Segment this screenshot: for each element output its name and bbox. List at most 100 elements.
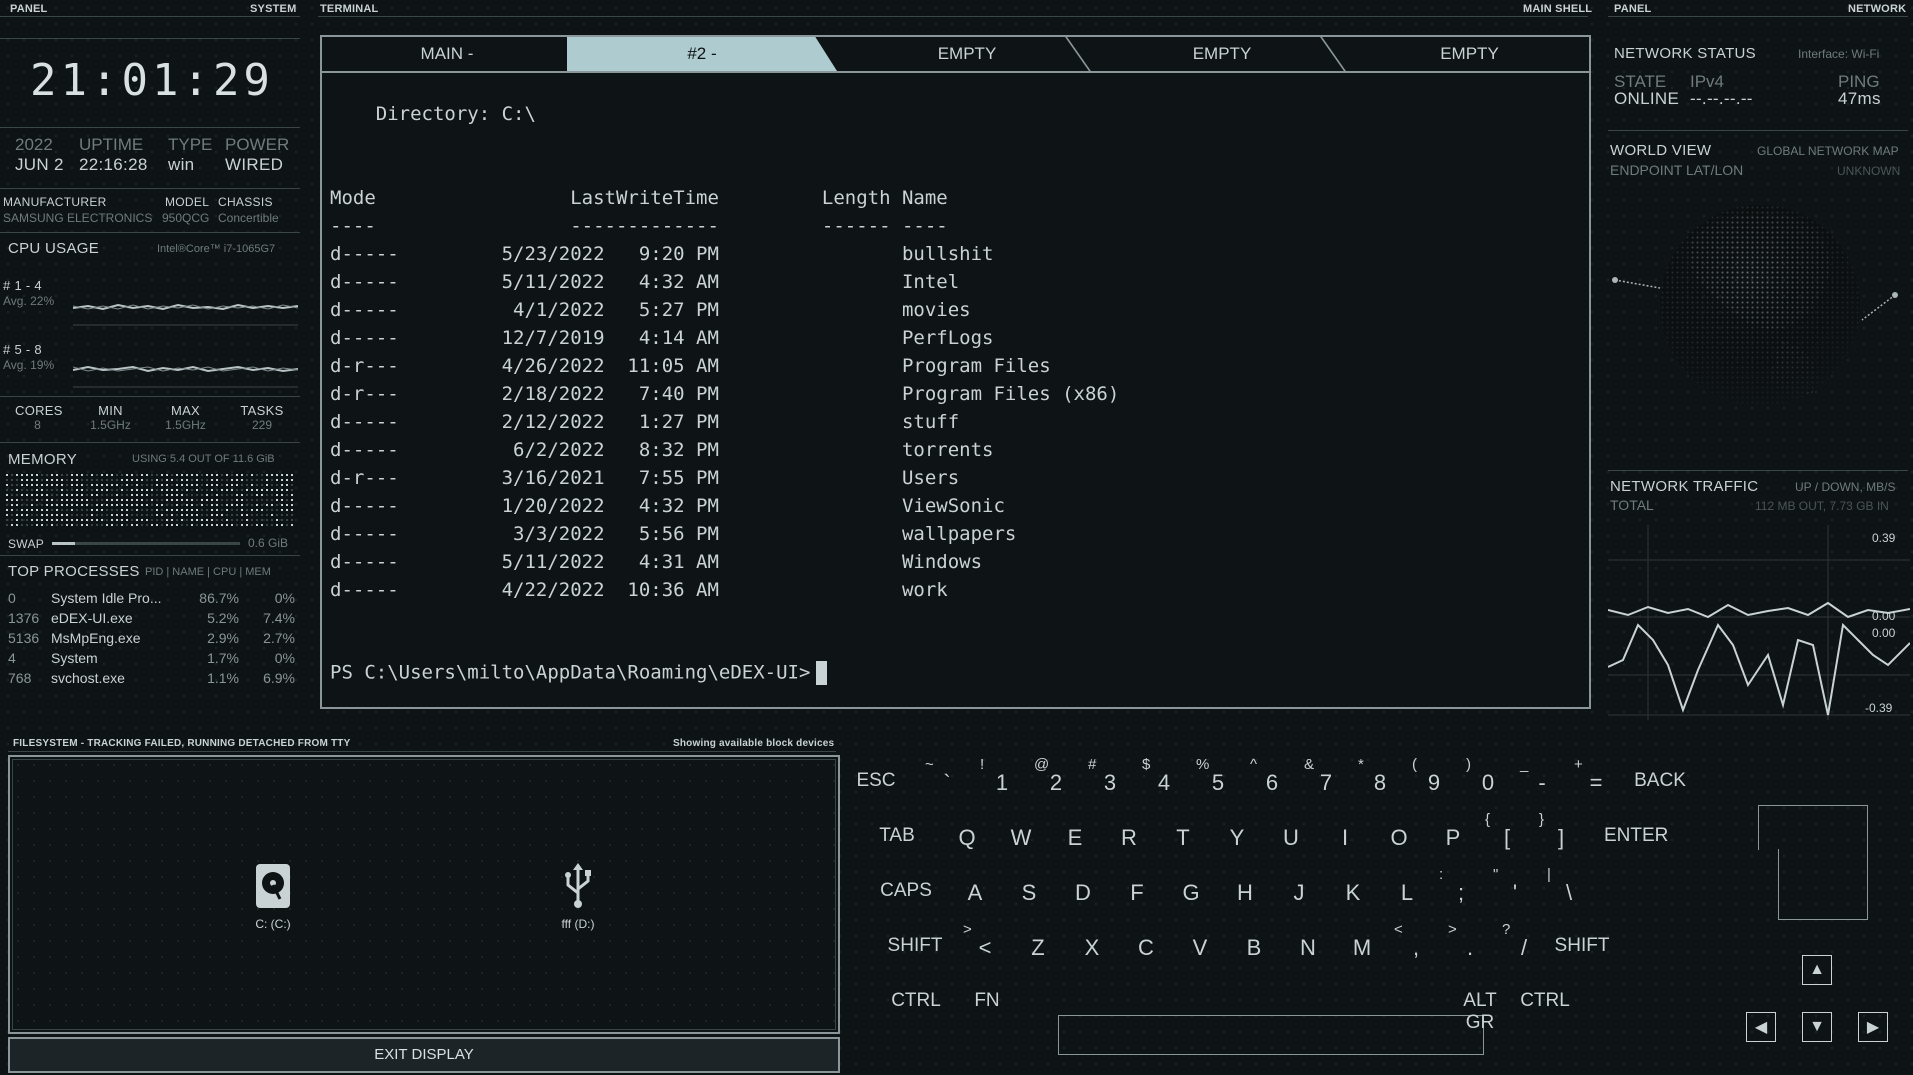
key-symbol[interactable]: \ |	[1539, 866, 1599, 906]
arrow-down-key[interactable]: ▼	[1802, 1012, 1832, 1042]
panel-header-left: PANEL	[1614, 3, 1652, 15]
panel-header-right: SYSTEM	[250, 3, 297, 15]
key-caps[interactable]: CAPS	[876, 880, 936, 902]
key-7[interactable]: 7 &	[1296, 756, 1356, 796]
key-i[interactable]: I	[1315, 825, 1375, 851]
key-z[interactable]: Z	[1008, 935, 1068, 961]
endpoint-value: UNKNOWN	[1837, 164, 1901, 178]
arrow-up-key[interactable]: ▲	[1802, 955, 1832, 985]
process-pid: 0	[8, 590, 16, 606]
prompt-line[interactable]: PS C:\Users\milto\AppData\Roaming\eDEX-U…	[330, 661, 828, 685]
key-ctrl[interactable]: CTRL	[1515, 990, 1575, 1012]
process-mem: 0%	[274, 650, 295, 666]
key-s[interactable]: S	[999, 880, 1059, 906]
key-back[interactable]: BACK	[1630, 770, 1690, 792]
listing-row: d----- 4/22/2022 10:36 AM work	[330, 579, 948, 601]
key-symbol[interactable]: < >	[955, 921, 1015, 961]
key-g[interactable]: G	[1161, 880, 1221, 906]
tab-2[interactable]: #2 -	[567, 37, 837, 71]
key-n[interactable]: N	[1278, 935, 1338, 961]
arrow-left-key[interactable]: ◀	[1746, 1012, 1776, 1042]
key-h[interactable]: H	[1215, 880, 1275, 906]
key-8[interactable]: 8 *	[1350, 756, 1410, 796]
traffic-scale-bottom: -0.39	[1865, 701, 1893, 715]
key-m[interactable]: M	[1332, 935, 1392, 961]
key-symbol[interactable]: /?	[1494, 921, 1554, 961]
key-symbol[interactable]: ` ~	[917, 756, 977, 796]
key-enter[interactable]: ENTER	[1604, 825, 1668, 847]
sysinfo-year: 2022 JUN 2	[15, 135, 64, 174]
process-name: svchost.exe	[51, 670, 125, 686]
network-traffic-title: NETWORK TRAFFIC	[1610, 478, 1759, 495]
spacebar[interactable]	[1058, 1015, 1484, 1055]
key-symbol[interactable]: - _	[1512, 756, 1572, 796]
tab-empty-3[interactable]: EMPTY	[1352, 37, 1587, 71]
key-symbol[interactable]: , <	[1386, 921, 1446, 961]
key-3[interactable]: 3 #	[1080, 756, 1140, 796]
key-f[interactable]: F	[1107, 880, 1167, 906]
terminal-window[interactable]: MAIN - #2 - EMPTY EMPTY EMPTY Directory:…	[320, 35, 1591, 709]
key-o[interactable]: O	[1369, 825, 1429, 851]
key-1[interactable]: 1!	[972, 756, 1032, 796]
terminal-tabs: MAIN - #2 - EMPTY EMPTY EMPTY	[322, 37, 1589, 73]
key-label: B	[1246, 935, 1262, 960]
key-4[interactable]: 4 $	[1134, 756, 1194, 796]
key-shift-label: {	[1485, 811, 1491, 828]
key-label: 5	[1211, 770, 1225, 795]
key-l[interactable]: L	[1377, 880, 1437, 906]
process-name: eDEX-UI.exe	[51, 610, 133, 626]
key-x[interactable]: X	[1062, 935, 1122, 961]
key-symbol[interactable]: [{	[1477, 811, 1537, 851]
key-symbol[interactable]: ]}	[1531, 811, 1591, 851]
sysinfo-uptime: UPTIME 22:16:28	[79, 135, 148, 174]
arrow-right-key[interactable]: ▶	[1858, 1012, 1888, 1042]
key-9[interactable]: 9(	[1404, 756, 1464, 796]
key-symbol[interactable]: ' "	[1485, 866, 1545, 906]
device-d[interactable]: fff (D:)	[538, 863, 618, 931]
key-d[interactable]: D	[1053, 880, 1113, 906]
key-v[interactable]: V	[1170, 935, 1230, 961]
key-esc[interactable]: ESC	[846, 770, 906, 792]
key-w[interactable]: W	[991, 825, 1051, 851]
key-0[interactable]: 0)	[1458, 756, 1518, 796]
endpoint-label: ENDPOINT LAT/LON	[1610, 162, 1744, 178]
key-k[interactable]: K	[1323, 880, 1383, 906]
key-j[interactable]: J	[1269, 880, 1329, 906]
key-altgr[interactable]: ALT GR	[1450, 990, 1510, 1034]
key-symbol[interactable]: ;:	[1431, 866, 1491, 906]
key-t[interactable]: T	[1153, 825, 1213, 851]
traffic-total-label: TOTAL	[1610, 497, 1654, 513]
tab-main[interactable]: MAIN -	[322, 37, 572, 71]
key-e[interactable]: E	[1045, 825, 1105, 851]
key-label: H	[1237, 880, 1253, 905]
on-screen-keyboard: ▲ ◀ ▼ ▶ ESC ` ~1! 2 @3 #4 $5% 6 ^ 7 & 8 * 9(0) - _ = + BAC…	[850, 740, 1910, 1070]
key-shift[interactable]: SHIFT	[1552, 935, 1612, 957]
key-fn[interactable]: FN	[957, 990, 1017, 1012]
sysinfo-type: TYPE win	[168, 135, 213, 174]
key-r[interactable]: R	[1099, 825, 1159, 851]
key-shift[interactable]: SHIFT	[885, 935, 945, 957]
key-ctrl[interactable]: CTRL	[886, 990, 946, 1012]
key-y[interactable]: Y	[1207, 825, 1267, 851]
key-symbol[interactable]: . >	[1440, 921, 1500, 961]
key-label: V	[1192, 935, 1208, 960]
key-symbol[interactable]: = +	[1566, 756, 1626, 796]
filesystem-subtitle: Showing available block devices	[673, 738, 835, 749]
tab-empty-1[interactable]: EMPTY	[842, 37, 1092, 71]
tab-empty-2[interactable]: EMPTY	[1097, 37, 1347, 71]
key-u[interactable]: U	[1261, 825, 1321, 851]
key-q[interactable]: Q	[937, 825, 997, 851]
key-tab[interactable]: TAB	[867, 825, 927, 847]
key-label: R	[1121, 825, 1137, 850]
key-label: X	[1084, 935, 1100, 960]
key-p[interactable]: P	[1423, 825, 1483, 851]
device-c[interactable]: C: (C:)	[238, 863, 308, 931]
key-c[interactable]: C	[1116, 935, 1176, 961]
key-5[interactable]: 5%	[1188, 756, 1248, 796]
exit-display-button[interactable]: EXIT DISPLAY	[8, 1037, 840, 1073]
key-6[interactable]: 6 ^	[1242, 756, 1302, 796]
key-b[interactable]: B	[1224, 935, 1284, 961]
key-2[interactable]: 2 @	[1026, 756, 1086, 796]
key-a[interactable]: A	[945, 880, 1005, 906]
key-shift-label: ?	[1502, 921, 1511, 938]
